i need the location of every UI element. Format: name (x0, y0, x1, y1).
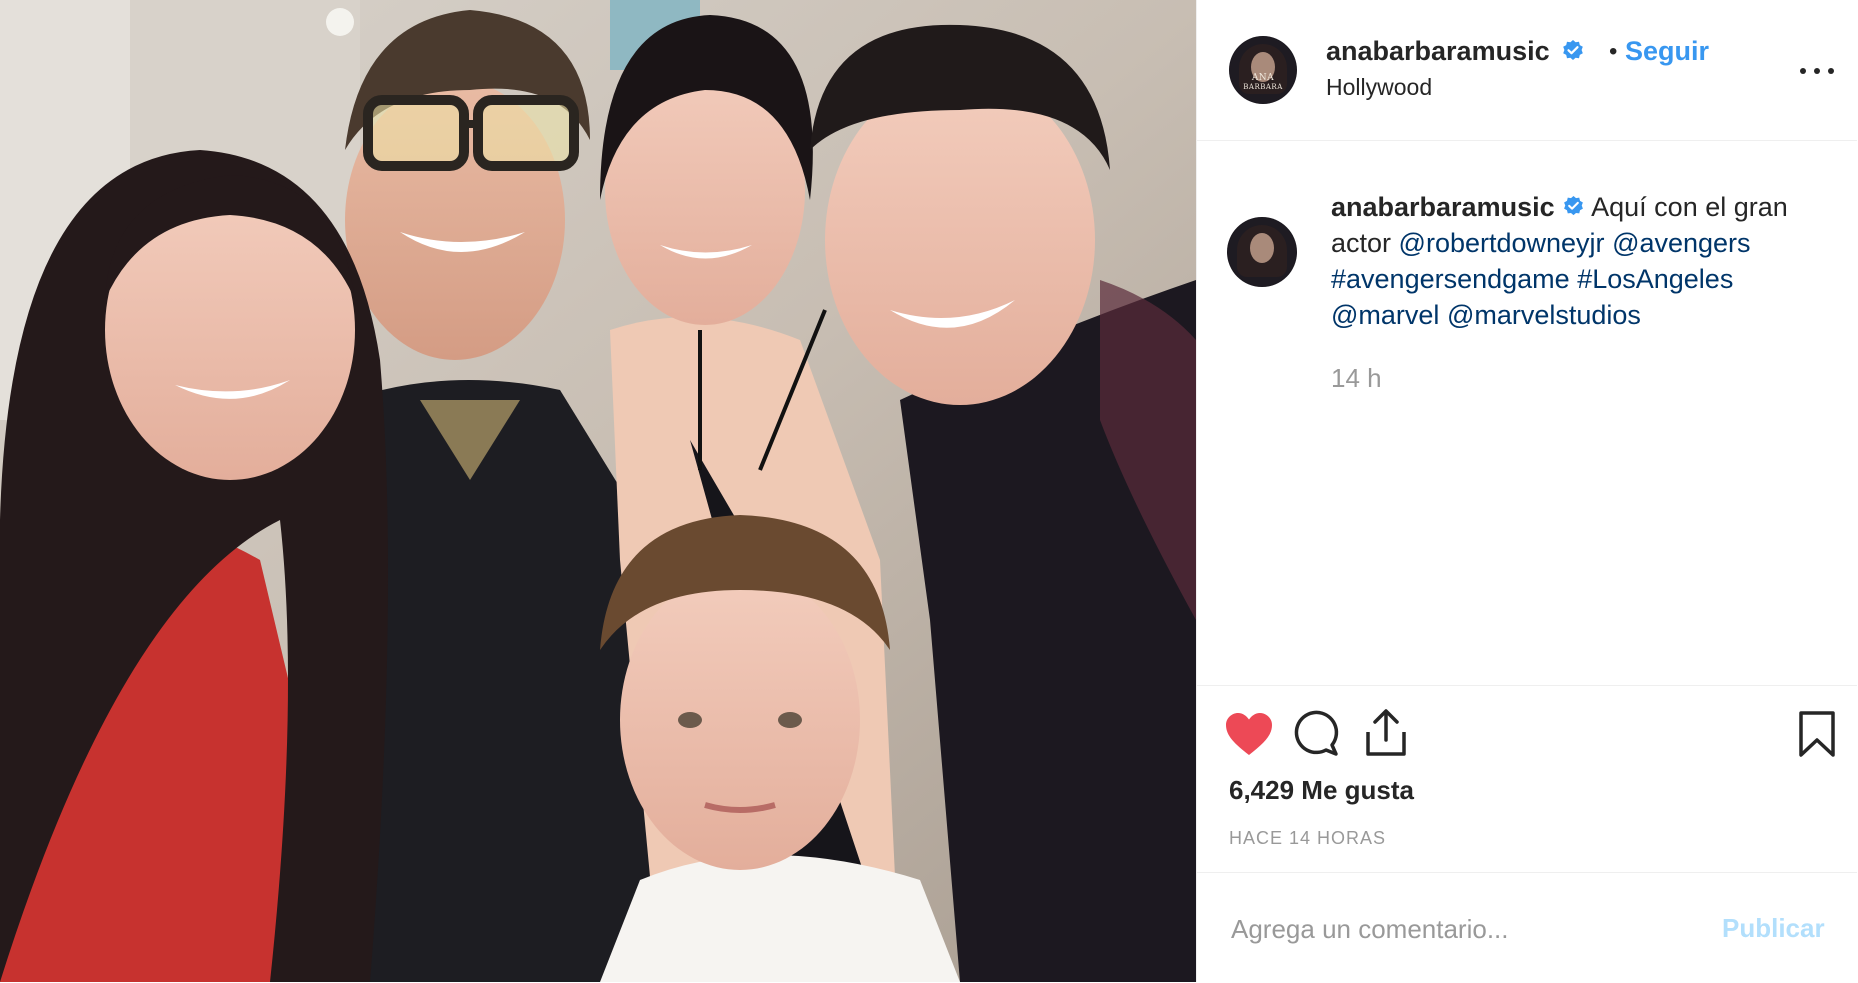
post-location[interactable]: Hollywood (1326, 74, 1432, 101)
header-username-text: anabarbaramusic (1326, 36, 1550, 66)
mention-marvelstudios[interactable]: @marvelstudios (1447, 300, 1641, 330)
mention-robertdowneyjr[interactable]: @robertdowneyjr (1399, 228, 1605, 258)
post-time-ago[interactable]: HACE 14 HORAS (1229, 828, 1386, 849)
instagram-post: ANA BARBARA anabarbaramusic • Seguir Hol… (0, 0, 1858, 982)
follow-button[interactable]: Seguir (1625, 36, 1709, 67)
verified-badge-icon (1564, 195, 1584, 215)
share-icon[interactable] (1362, 708, 1410, 758)
publish-button[interactable]: Publicar (1722, 913, 1825, 944)
bookmark-icon[interactable] (1797, 710, 1837, 758)
verified-badge-icon (1563, 39, 1583, 60)
post-header: ANA BARBARA anabarbaramusic • Seguir Hol… (1197, 0, 1857, 141)
header-username[interactable]: anabarbaramusic (1326, 36, 1585, 67)
avatar[interactable]: ANA BARBARA (1229, 36, 1297, 104)
mention-marvel[interactable]: @marvel (1331, 300, 1439, 330)
group-selfie-image (0, 0, 1196, 982)
action-bar (1197, 685, 1857, 686)
caption-avatar[interactable]: ​ (1227, 217, 1297, 287)
caption-area: ​ anabarbaramusic Aquí con el gran actor… (1197, 141, 1857, 685)
likes-count[interactable]: 6,429 Me gusta (1229, 775, 1414, 806)
heart-icon[interactable] (1223, 710, 1275, 758)
caption-username[interactable]: anabarbaramusic (1331, 192, 1555, 222)
hashtag-avengersendgame[interactable]: #avengersendgame (1331, 264, 1570, 294)
comment-input[interactable] (1229, 903, 1703, 955)
comment-icon[interactable] (1292, 710, 1340, 758)
post-photo[interactable] (0, 0, 1196, 982)
post-sidebar: ANA BARBARA anabarbaramusic • Seguir Hol… (1196, 0, 1857, 982)
comment-bar: Publicar (1197, 872, 1857, 983)
caption-time[interactable]: 14 h (1331, 363, 1382, 394)
mention-avengers[interactable]: @avengers (1612, 228, 1750, 258)
header-separator: • (1609, 38, 1618, 65)
caption-text: anabarbaramusic Aquí con el gran actor @… (1331, 189, 1831, 333)
hashtag-losangeles[interactable]: #LosAngeles (1577, 264, 1733, 294)
more-options-icon[interactable] (1797, 56, 1837, 86)
